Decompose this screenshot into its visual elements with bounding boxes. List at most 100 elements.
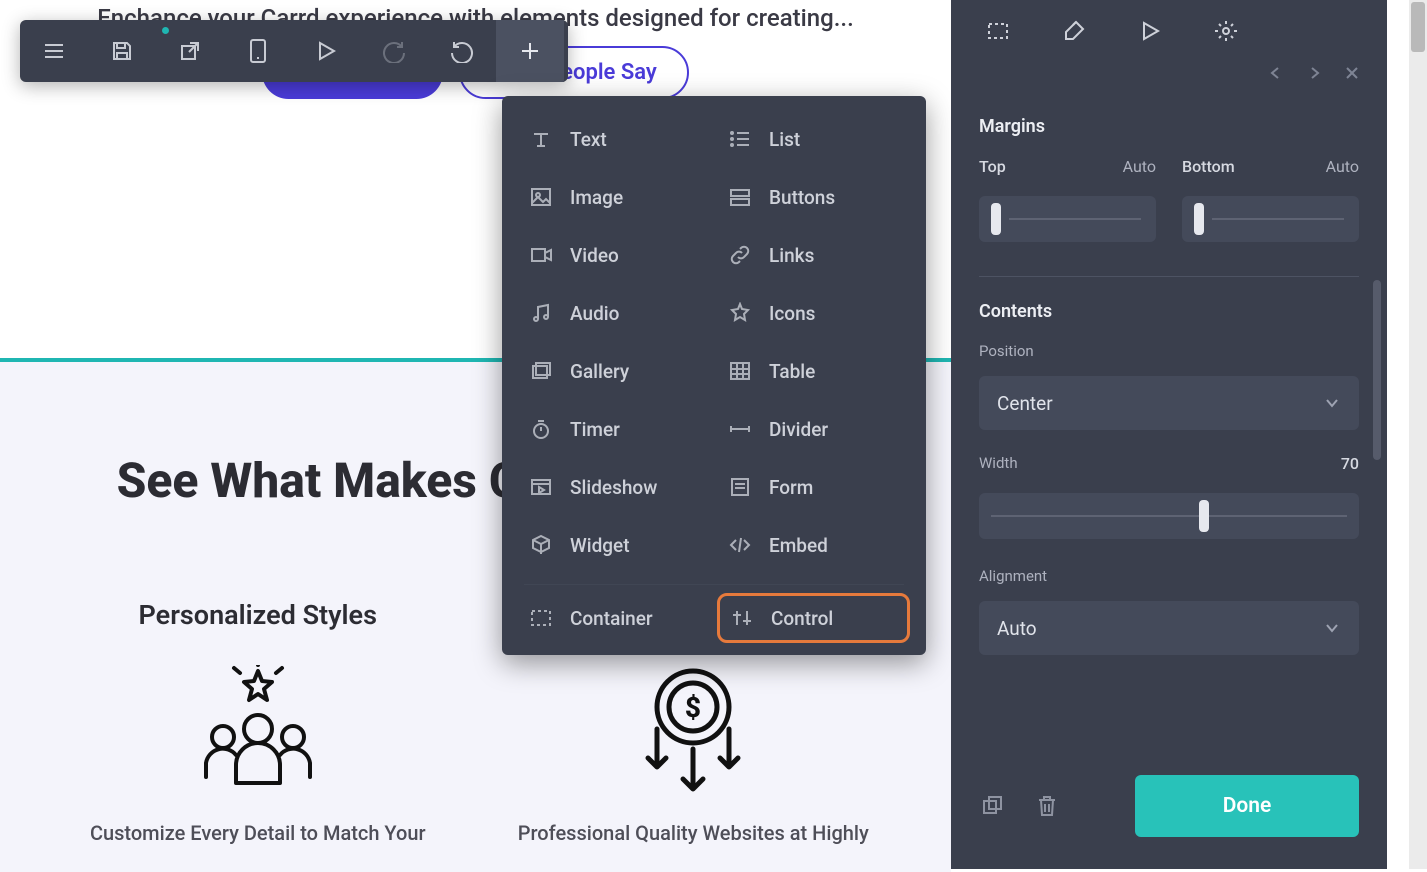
feature-1-sub: Customize Every Detail to Match Your [68, 821, 448, 845]
insert-container[interactable]: Container [524, 603, 705, 633]
insert-timer[interactable]: Timer [524, 414, 705, 444]
video-icon [528, 242, 554, 268]
feature-1: Personalized Styles Cu [68, 599, 448, 845]
window-scrollbar-track[interactable] [1409, 0, 1427, 869]
position-value: Center [997, 392, 1053, 415]
gallery-icon [528, 358, 554, 384]
margin-top-mode[interactable]: Auto [1123, 157, 1156, 176]
editor-toolbar [20, 20, 568, 82]
insert-gallery[interactable]: Gallery [524, 356, 705, 386]
alignment-value: Auto [997, 617, 1037, 640]
insert-control[interactable]: Control [717, 593, 910, 643]
margin-top-slider[interactable] [979, 196, 1156, 242]
icons-icon [727, 300, 753, 326]
insert-links-label: Links [769, 244, 814, 267]
panel-scrollbar[interactable] [1373, 280, 1381, 460]
text-icon [528, 126, 554, 152]
insert-links[interactable]: Links [723, 240, 904, 270]
insert-text[interactable]: Text [524, 124, 705, 154]
margin-top-label: Top [979, 157, 1006, 176]
chevron-down-icon [1323, 619, 1341, 637]
margin-top-col: Top Auto [979, 157, 1156, 242]
position-label: Position [979, 342, 1359, 360]
insert-audio[interactable]: Audio [524, 298, 705, 328]
table-icon [727, 358, 753, 384]
play-button[interactable] [292, 20, 360, 82]
audio-icon [528, 300, 554, 326]
add-element-button[interactable] [496, 20, 564, 82]
save-button[interactable] [88, 20, 156, 82]
insert-menu-divider [524, 584, 904, 585]
insert-buttons[interactable]: Buttons [723, 182, 904, 212]
list-icon [727, 126, 753, 152]
insert-text-label: Text [570, 128, 607, 151]
insert-widget[interactable]: Widget [524, 530, 705, 560]
margin-bottom-col: Bottom Auto [1182, 157, 1359, 242]
width-slider[interactable] [979, 493, 1359, 539]
position-select[interactable]: Center [979, 376, 1359, 430]
properties-panel: Margins Top Auto Bottom Auto Contents Po [951, 0, 1387, 869]
style-tab[interactable] [1061, 18, 1087, 44]
width-value[interactable]: 70 [1341, 454, 1359, 473]
panel-close-button[interactable] [1345, 66, 1359, 106]
panel-footer: Done [979, 775, 1359, 837]
unsaved-indicator-icon [162, 27, 169, 34]
slideshow-icon [528, 474, 554, 500]
insert-control-label: Control [771, 607, 833, 630]
panel-prev-button[interactable] [1269, 66, 1283, 106]
insert-icons[interactable]: Icons [723, 298, 904, 328]
redo-button[interactable] [360, 20, 428, 82]
undo-button[interactable] [428, 20, 496, 82]
insert-image-label: Image [570, 186, 623, 209]
money-down-icon: $ [628, 665, 758, 795]
insert-embed[interactable]: Embed [723, 530, 904, 560]
insert-slideshow[interactable]: Slideshow [524, 472, 705, 502]
margins-row: Top Auto Bottom Auto [979, 157, 1359, 242]
insert-slideshow-label: Slideshow [570, 476, 657, 499]
people-star-icon [193, 665, 323, 795]
done-button[interactable]: Done [1135, 775, 1359, 837]
panel-divider [979, 276, 1359, 277]
insert-list[interactable]: List [723, 124, 904, 154]
insert-form[interactable]: Form [723, 472, 904, 502]
panel-top-tabs [979, 0, 1359, 62]
insert-image[interactable]: Image [524, 182, 705, 212]
insert-timer-label: Timer [570, 418, 620, 441]
animation-tab[interactable] [1137, 18, 1163, 44]
form-icon [727, 474, 753, 500]
duplicate-button[interactable] [979, 792, 1007, 820]
feature-1-title: Personalized Styles [68, 599, 448, 631]
insert-divider-label: Divider [769, 418, 828, 441]
settings-tab[interactable] [1213, 18, 1239, 44]
insert-menu: Text List Image Buttons Video Links Audi… [502, 96, 926, 655]
panel-next-button[interactable] [1307, 66, 1321, 106]
margins-heading: Margins [979, 116, 1359, 137]
insert-video[interactable]: Video [524, 240, 705, 270]
insert-container-label: Container [570, 607, 653, 630]
insert-table-label: Table [769, 360, 815, 383]
insert-widget-label: Widget [570, 534, 630, 557]
insert-embed-label: Embed [769, 534, 828, 557]
insert-divider[interactable]: Divider [723, 414, 904, 444]
selection-tab[interactable] [985, 18, 1011, 44]
insert-list-label: List [769, 128, 800, 151]
feature-2-sub: Professional Quality Websites at Highly [503, 821, 883, 845]
margin-bottom-mode[interactable]: Auto [1326, 157, 1359, 176]
insert-table[interactable]: Table [723, 356, 904, 386]
alignment-label: Alignment [979, 567, 1359, 585]
alignment-select[interactable]: Auto [979, 601, 1359, 655]
device-preview-button[interactable] [224, 20, 292, 82]
insert-icons-label: Icons [769, 302, 815, 325]
width-label: Width [979, 454, 1018, 473]
insert-video-label: Video [570, 244, 619, 267]
delete-button[interactable] [1033, 792, 1061, 820]
menu-button[interactable] [20, 20, 88, 82]
insert-form-label: Form [769, 476, 813, 499]
insert-gallery-label: Gallery [570, 360, 629, 383]
chevron-down-icon [1323, 394, 1341, 412]
contents-heading: Contents [979, 301, 1359, 322]
margin-bottom-slider[interactable] [1182, 196, 1359, 242]
timer-icon [528, 416, 554, 442]
window-scrollbar-thumb[interactable] [1411, 2, 1425, 52]
container-icon [528, 605, 554, 631]
